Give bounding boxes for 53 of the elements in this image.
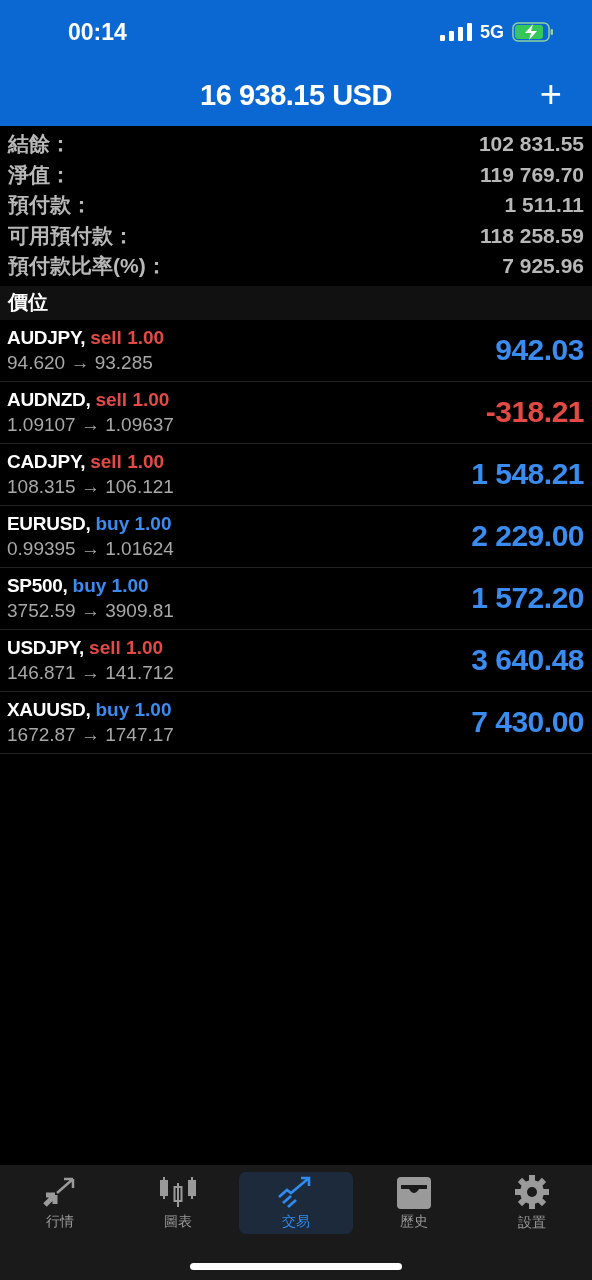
summary-value: 119 769.70 (480, 162, 584, 187)
price-change: 3752.59 → 3909.81 (7, 599, 174, 622)
trade-direction: buy 1.00 (95, 698, 172, 721)
summary-value: 1 511.11 (504, 193, 584, 218)
tab-bar-item[interactable]: 圖表 (121, 1172, 235, 1234)
position-profit: -318.21 (485, 395, 584, 429)
position-symbol: XAUUSD, (7, 698, 91, 721)
position-symbol: CADJPY, (7, 450, 86, 473)
trade-direction: sell 1.00 (89, 636, 164, 659)
trade-direction: buy 1.00 (72, 574, 149, 597)
trade-direction: sell 1.00 (95, 388, 170, 411)
inbox-icon (395, 1175, 433, 1209)
summary-label: 結餘： (8, 131, 71, 158)
tab-bar-item[interactable]: 歷史 (357, 1172, 471, 1234)
position-symbol: AUDNZD, (7, 388, 91, 411)
price-change: 0.99395 → 1.01624 (7, 537, 174, 560)
add-button[interactable]: + (535, 74, 566, 114)
summary-label: 淨值： (8, 161, 71, 188)
summary-label: 可用預付款： (8, 222, 134, 249)
price-change: 94.620 → 93.285 (7, 351, 154, 374)
summary-value: 7 925.96 (502, 254, 584, 279)
signal-icon (440, 23, 472, 41)
summary-label: 預付款比率(%)： (8, 253, 167, 280)
network-label: 5G (480, 21, 504, 43)
summary-label: 預付款： (8, 192, 92, 219)
section-title: 價位 (8, 290, 48, 315)
position-profit: 942.03 (495, 333, 584, 367)
position-symbol: EURUSD, (7, 512, 91, 535)
position-symbol: SP500, (7, 574, 68, 597)
position-profit: 2 229.00 (471, 519, 584, 553)
summary-value: 118 258.59 (480, 223, 584, 248)
price-change: 146.871 → 141.712 (7, 661, 174, 684)
account-profit-title: 16 938.15 USD (200, 78, 392, 112)
price-change: 1672.87 → 1747.17 (7, 723, 174, 746)
tab-bar-item[interactable]: 行情 (3, 1172, 117, 1234)
position-profit: 1 548.21 (471, 457, 584, 491)
position-profit: 7 430.00 (471, 705, 584, 739)
summary-value: 102 831.55 (478, 132, 584, 157)
position-symbol: AUDJPY, (7, 326, 86, 349)
settings-icon (514, 1174, 550, 1210)
tab-bar-item[interactable]: 交易 (239, 1172, 353, 1234)
tab-bar-item[interactable]: 設置 (475, 1172, 589, 1234)
candlestick-icon (159, 1175, 197, 1209)
price-change: 1.09107 → 1.09637 (7, 413, 174, 436)
trade-direction: buy 1.00 (95, 512, 172, 535)
status-time: 00:14 (68, 18, 127, 46)
position-profit: 1 572.20 (471, 581, 584, 615)
position-symbol: USDJPY, (7, 636, 85, 659)
battery-charging-icon (512, 22, 554, 42)
price-change: 108.315 → 106.121 (7, 475, 174, 498)
trade-direction: sell 1.00 (90, 326, 165, 349)
trade-direction: sell 1.00 (90, 450, 165, 473)
position-profit: 3 640.48 (471, 643, 584, 677)
